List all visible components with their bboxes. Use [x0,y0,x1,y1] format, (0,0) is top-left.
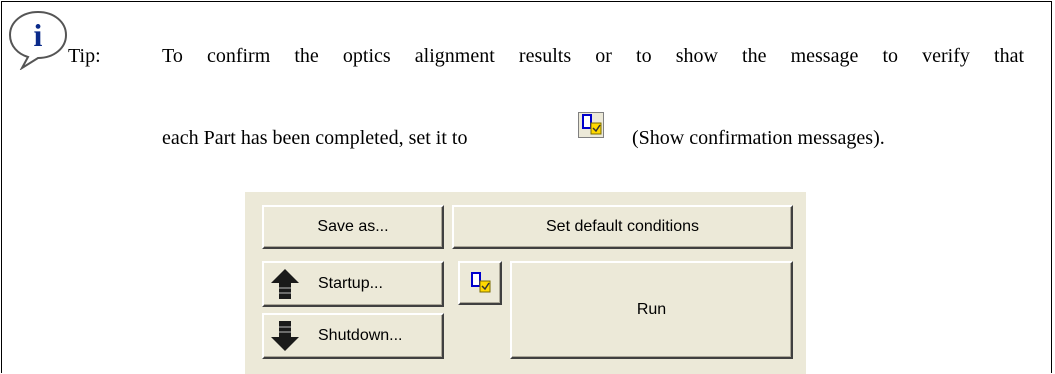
run-button[interactable]: Run [510,261,793,359]
info-icon: i [8,10,68,70]
confirmation-message-icon [471,272,491,293]
set-default-conditions-button[interactable]: Set default conditions [452,205,793,249]
arrow-down-icon [271,321,299,351]
save-as-button[interactable]: Save as... [262,205,444,249]
tip-label: Tip: [68,45,101,67]
shutdown-button[interactable]: Shutdown... [262,313,444,359]
svg-text:i: i [34,17,43,53]
run-label: Run [636,301,667,318]
arrow-up-icon [271,269,299,299]
set-default-label: Set default conditions [546,218,699,235]
show-confirmation-toggle[interactable] [458,261,502,305]
tip-text-line-1: To confirm the optics alignment results … [162,45,1024,67]
tip-text-line-2-end: (Show confirmation messages). [632,127,885,149]
shutdown-label: Shutdown... [318,327,403,344]
confirmation-message-icon [578,112,604,138]
startup-button[interactable]: Startup... [262,261,444,307]
tip-text-line-2-start: each Part has been completed, set it to [162,127,468,149]
startup-label: Startup... [318,275,383,292]
save-as-label: Save as... [317,218,389,235]
